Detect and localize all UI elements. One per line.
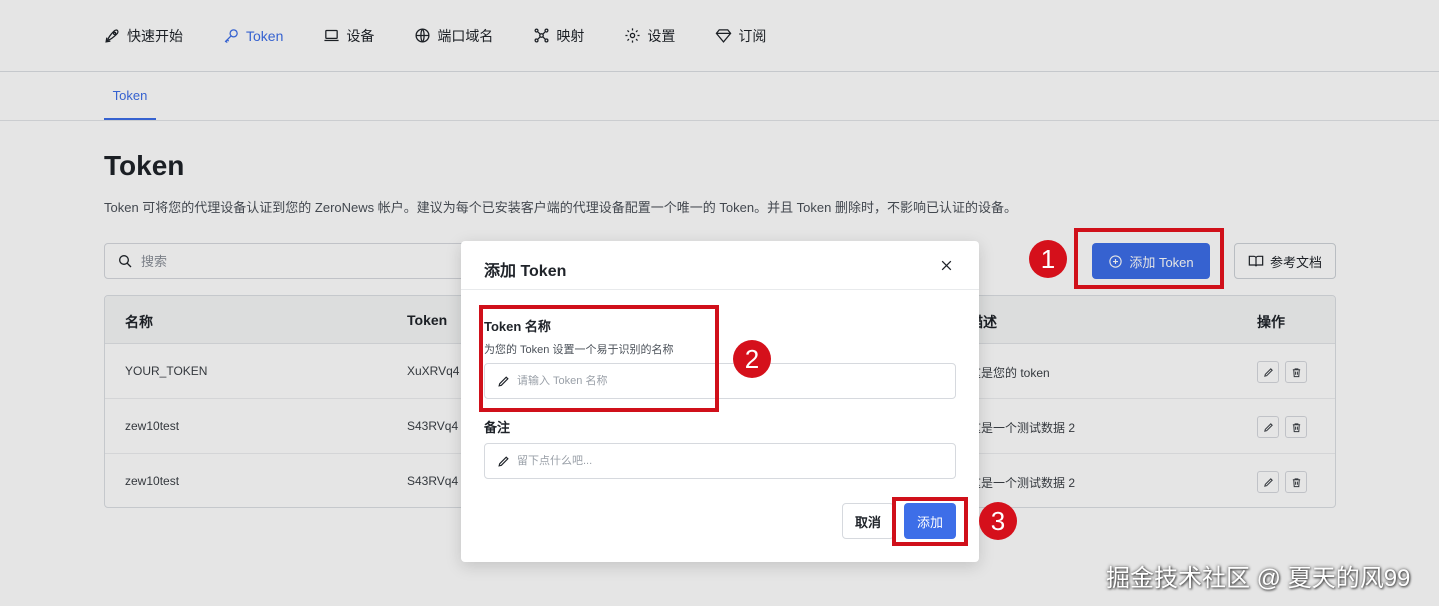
annotation-step-3: 3 — [979, 502, 1017, 540]
close-button[interactable] — [937, 256, 955, 274]
close-icon — [941, 260, 951, 270]
annotation-box-3 — [892, 497, 968, 546]
annotation-step-1: 1 — [1029, 240, 1067, 278]
annotation-step-2: 2 — [733, 340, 771, 378]
note-input[interactable] — [517, 455, 937, 467]
pencil-icon — [498, 455, 509, 467]
annotation-box-1 — [1074, 228, 1224, 289]
watermark: 掘金技术社区 @ 夏天的风99 — [1106, 565, 1411, 592]
modal-header: 添加 Token — [461, 241, 979, 290]
note-label: 备注 — [484, 420, 511, 435]
note-field[interactable] — [484, 443, 956, 479]
cancel-button[interactable]: 取消 — [842, 503, 894, 539]
annotation-box-2 — [479, 305, 719, 412]
modal-title: 添加 Token — [484, 263, 567, 280]
